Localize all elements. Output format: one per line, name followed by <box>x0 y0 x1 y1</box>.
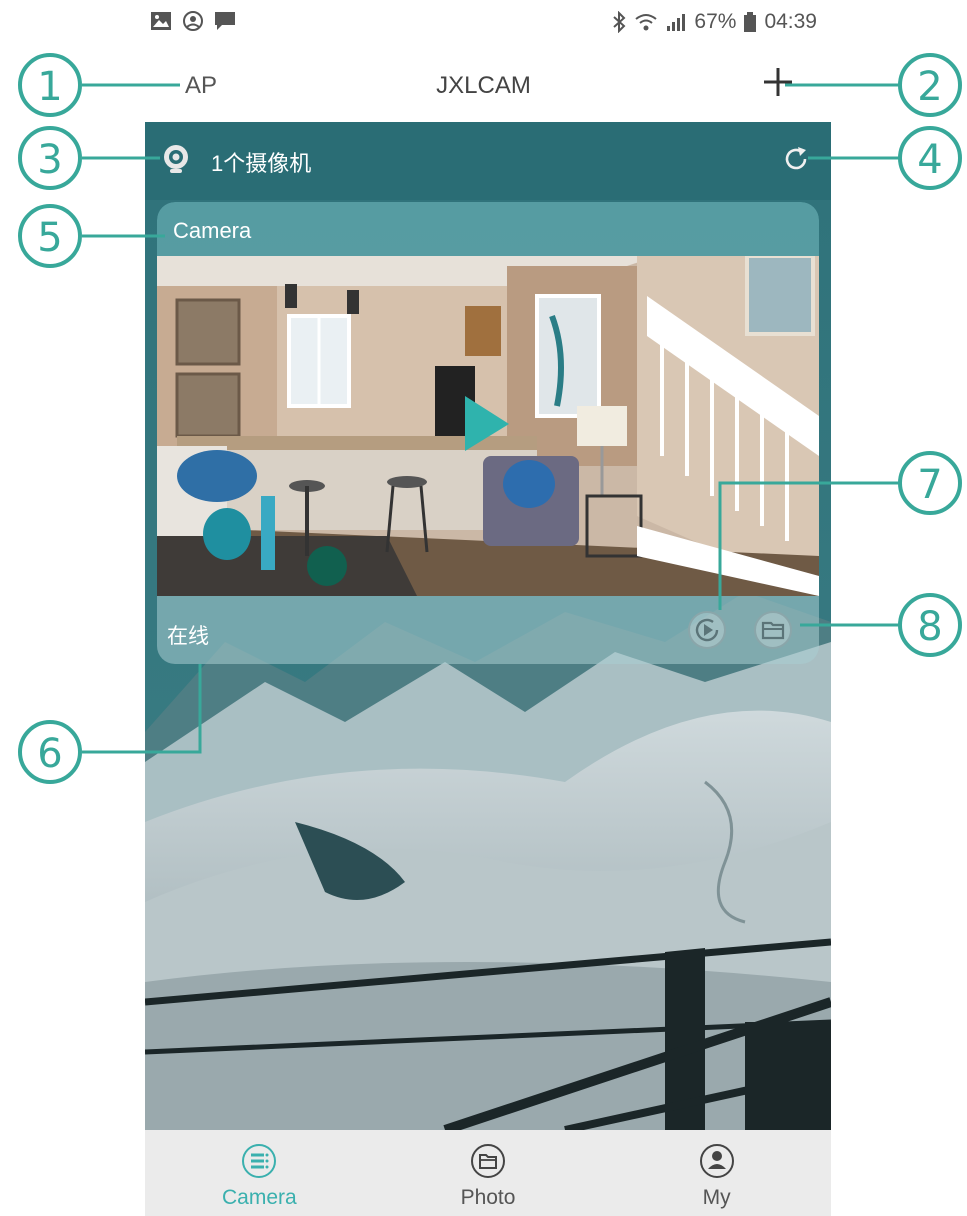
message-icon <box>215 12 235 30</box>
callout-number: 3 <box>37 137 62 183</box>
list-icon <box>242 1144 277 1178</box>
account-circle-icon <box>183 11 203 31</box>
webcam-icon <box>164 145 188 173</box>
clock: 04:39 <box>764 10 817 33</box>
tab-camera[interactable]: Camera <box>145 1130 374 1216</box>
callout-number: 1 <box>37 64 62 110</box>
image-icon <box>151 12 171 30</box>
ap-mode-button[interactable]: AP <box>185 72 217 100</box>
callout-7 <box>898 451 962 515</box>
callout-5 <box>18 204 82 268</box>
signal-icon <box>667 14 686 31</box>
camera-list-header: 1个摄像机 <box>145 122 831 200</box>
callout-number: 7 <box>917 462 942 508</box>
tab-photo[interactable]: Photo <box>374 1130 603 1216</box>
folder-icon[interactable] <box>753 610 793 650</box>
camera-name-bar: Camera <box>157 202 819 256</box>
refresh-icon[interactable] <box>781 144 811 174</box>
callout-number: 8 <box>917 604 942 650</box>
callout-number: 4 <box>917 137 942 183</box>
tab-label: My <box>702 1186 731 1209</box>
camera-preview[interactable] <box>157 256 819 596</box>
camera-count: 1个摄像机 <box>211 151 312 176</box>
battery-icon <box>744 12 757 32</box>
camera-name: Camera <box>173 218 252 243</box>
tab-label: Camera <box>221 1186 297 1209</box>
camera-card[interactable]: Camera 在线 <box>157 202 819 664</box>
callout-number: 6 <box>37 731 62 777</box>
playback-icon[interactable] <box>687 610 727 650</box>
folder-icon <box>471 1144 505 1178</box>
app-title: JXLCAM <box>436 72 531 99</box>
tab-my[interactable]: My <box>602 1130 831 1216</box>
callout-number: 5 <box>37 215 62 261</box>
status-left-icons <box>150 10 236 32</box>
status-right: 67% 04:39 <box>612 10 817 34</box>
plus-icon[interactable] <box>758 62 798 102</box>
person-icon <box>699 1144 734 1178</box>
app-title-bar: JXLCAM <box>0 72 967 100</box>
camera-status-bar: 在线 <box>157 596 819 664</box>
callout-6 <box>18 720 82 784</box>
callout-8 <box>898 593 962 657</box>
callout-number: 2 <box>917 64 942 110</box>
callout-4 <box>898 126 962 190</box>
status-bar: 67% 04:39 <box>0 0 967 44</box>
tab-label: Photo <box>460 1186 516 1209</box>
wifi-icon <box>635 14 658 31</box>
camera-list-panel: 1个摄像机 Camera 在线 <box>145 122 831 1130</box>
battery-percent: 67% <box>694 10 737 33</box>
callout-3 <box>18 126 82 190</box>
callout-2 <box>898 53 962 117</box>
status-badge: 在线 <box>167 625 209 648</box>
bluetooth-icon <box>613 11 626 33</box>
callout-1 <box>18 53 82 117</box>
bottom-tab-bar: Camera Photo My <box>145 1130 831 1216</box>
